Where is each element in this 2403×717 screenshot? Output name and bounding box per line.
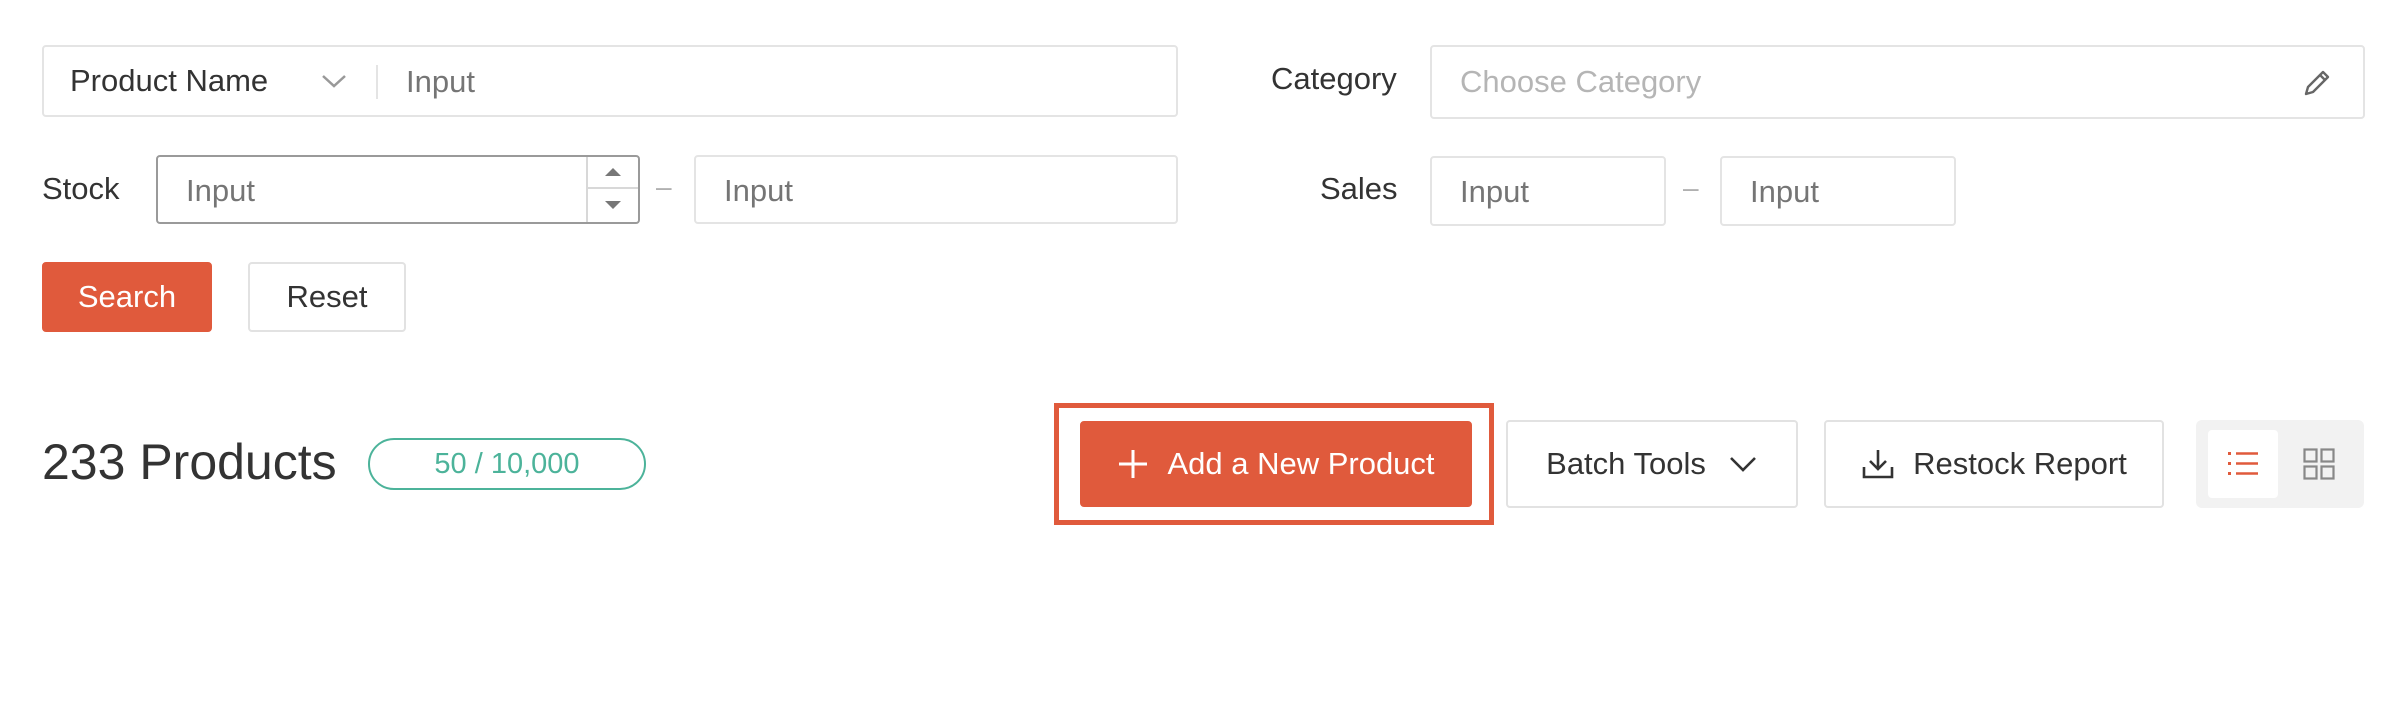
caret-down-icon[interactable] <box>588 190 638 222</box>
stock-max-input[interactable] <box>722 165 1156 217</box>
grid-view-button[interactable] <box>2284 430 2354 498</box>
batch-tools-label: Batch Tools <box>1546 446 1706 481</box>
grid-icon <box>2303 448 2335 480</box>
stock-label: Stock <box>42 171 120 206</box>
reset-button[interactable]: Reset <box>248 262 406 332</box>
sales-max-field <box>1720 156 1956 226</box>
sales-range-separator: – <box>1683 172 1699 203</box>
chevron-down-icon <box>320 71 348 91</box>
product-name-input[interactable] <box>404 55 1148 109</box>
list-icon <box>2227 448 2259 480</box>
product-name-type-select[interactable]: Product Name <box>44 47 374 115</box>
add-new-product-button[interactable]: Add a New Product <box>1080 421 1472 507</box>
sales-min-field <box>1430 156 1666 226</box>
caret-up-icon[interactable] <box>588 157 638 189</box>
stock-min-number-input <box>156 155 640 224</box>
stock-min-input[interactable] <box>184 165 588 217</box>
quota-badge-text: 50 / 10,000 <box>434 447 580 480</box>
batch-tools-button[interactable]: Batch Tools <box>1506 420 1798 508</box>
view-mode-toggle <box>2196 420 2364 508</box>
restock-report-label: Restock Report <box>1913 446 2127 481</box>
download-icon <box>1861 447 1895 481</box>
select-divider <box>376 65 378 99</box>
search-button[interactable]: Search <box>42 262 212 332</box>
chevron-down-icon <box>1728 453 1758 475</box>
plus-icon <box>1117 448 1149 480</box>
product-name-filter: Product Name <box>42 45 1178 117</box>
add-new-product-label: Add a New Product <box>1167 446 1435 481</box>
search-button-label: Search <box>77 279 177 314</box>
stock-stepper <box>586 157 638 222</box>
stock-range-separator: – <box>656 171 672 202</box>
sales-min-input[interactable] <box>1458 166 1652 218</box>
reset-button-label: Reset <box>286 279 368 314</box>
list-view-button[interactable] <box>2208 430 2278 498</box>
category-select[interactable]: Choose Category <box>1430 45 2365 119</box>
product-name-type-label: Product Name <box>70 63 269 98</box>
restock-report-button[interactable]: Restock Report <box>1824 420 2164 508</box>
sales-max-input[interactable] <box>1748 166 1942 218</box>
category-placeholder: Choose Category <box>1460 64 1702 99</box>
edit-pencil-icon[interactable] <box>2299 65 2335 101</box>
stock-max-field <box>694 155 1178 224</box>
sales-label: Sales <box>1320 171 1398 206</box>
quota-badge: 50 / 10,000 <box>368 438 646 490</box>
category-label: Category <box>1271 61 1397 96</box>
products-count-title: 233 Products <box>42 434 337 490</box>
product-list-page: Product Name Category Choose Category St… <box>0 0 2403 717</box>
